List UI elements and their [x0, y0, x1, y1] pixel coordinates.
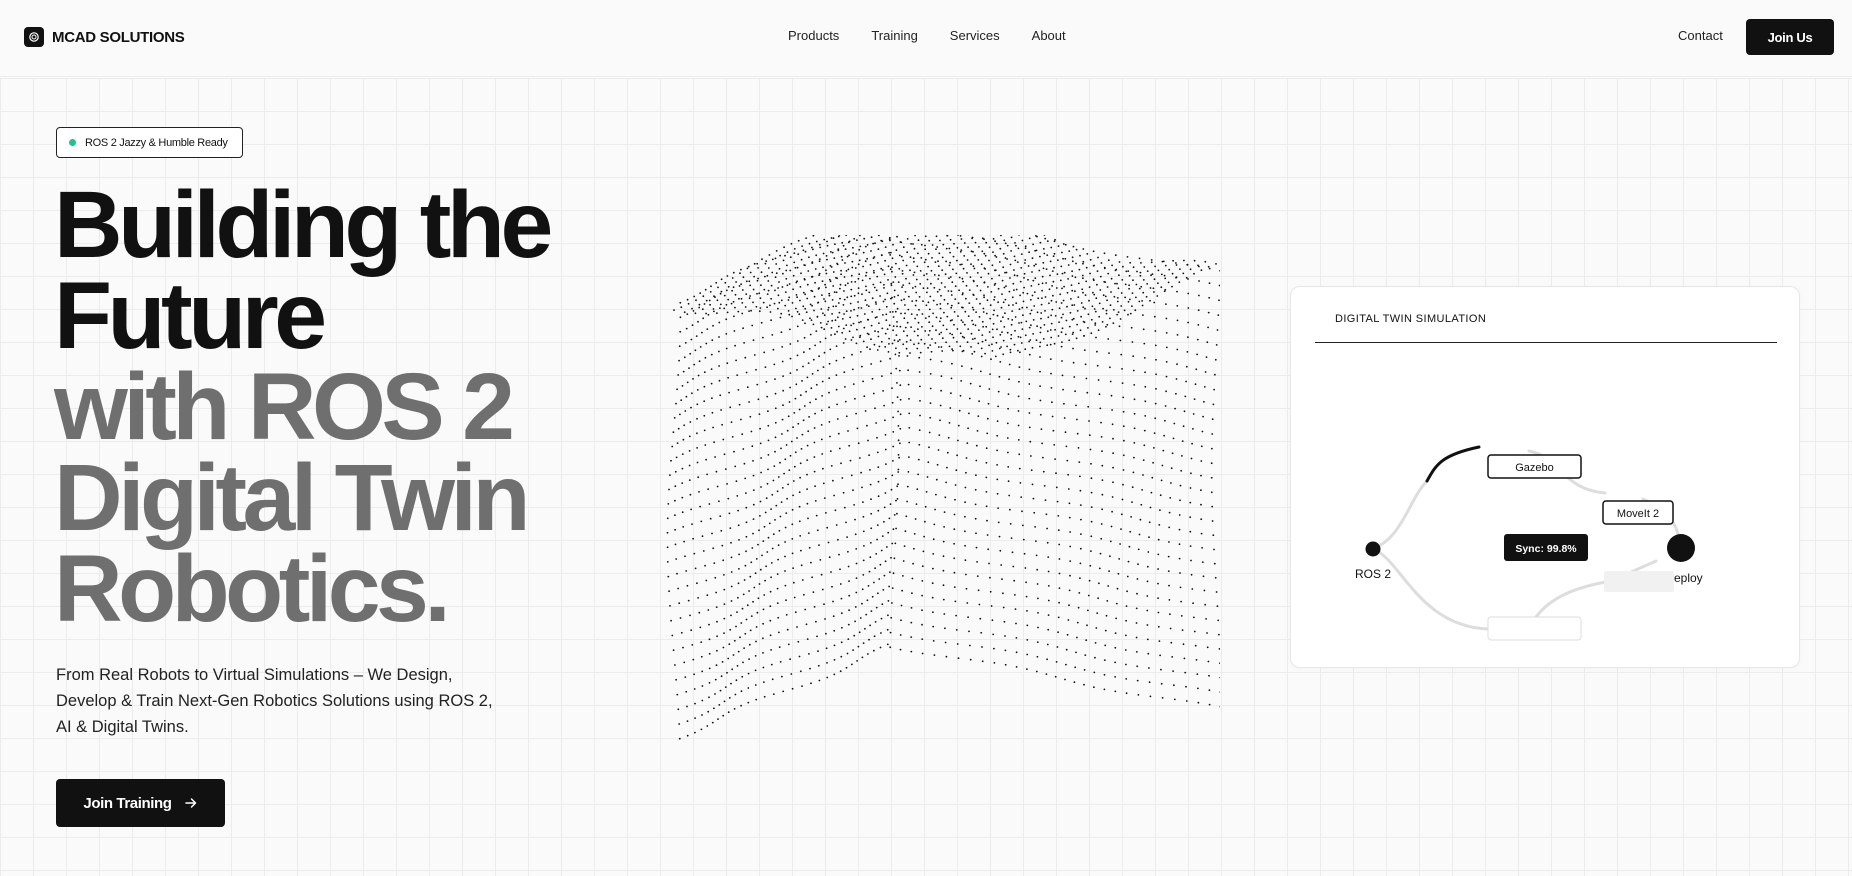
arrow-right-icon: [184, 798, 196, 808]
brand-name: MCAD SOLUTIONS: [52, 28, 185, 46]
join-us-button[interactable]: Join Us: [1746, 19, 1834, 55]
description-line: From Real Robots to Virtual Simulations …: [56, 666, 453, 684]
headline-line: Building the: [54, 172, 553, 278]
node-ros2[interactable]: ROS 2: [1355, 541, 1391, 582]
logo-mark-icon: [24, 27, 44, 47]
hero-headline: Building the Future with ROS 2 Digital T…: [54, 172, 553, 642]
sync-status-badge: Sync: 99.8%: [1504, 534, 1588, 561]
simulation-diagram: ROS 2 Gazebo MoveIt 2 Deploy Sync: 99.8%: [1355, 445, 1703, 641]
headline-line: Future: [54, 263, 327, 369]
digital-twin-card: DIGITAL TWIN SIMULATION ROS 2 Gazebo Mov…: [1290, 286, 1800, 668]
main-menu: Products Training Services About: [788, 28, 1066, 43]
point-cloud-dots: [666, 235, 1220, 740]
cta-label: Join Training: [83, 794, 172, 812]
status-dot-icon: [69, 139, 76, 146]
description-line: AI & Digital Twins.: [56, 718, 189, 736]
node-moveit[interactable]: MoveIt 2: [1602, 500, 1674, 525]
placeholder-node: [1604, 571, 1674, 592]
contact-link[interactable]: Contact: [1678, 28, 1723, 43]
nav-link-about[interactable]: About: [1032, 28, 1066, 43]
headline-line: with ROS 2: [54, 354, 515, 460]
nav-link-services[interactable]: Services: [950, 28, 1000, 43]
placeholder-node: [1487, 616, 1582, 641]
svg-text:Gazebo: Gazebo: [1515, 462, 1554, 474]
join-training-button[interactable]: Join Training: [56, 779, 225, 827]
description-line: Develop & Train Next-Gen Robotics Soluti…: [56, 692, 493, 710]
top-navigation: MCAD SOLUTIONS Products Training Service…: [0, 0, 1852, 77]
headline-line: Robotics.: [54, 536, 451, 642]
nav-link-products[interactable]: Products: [788, 28, 839, 43]
hero-description: From Real Robots to Virtual Simulations …: [56, 662, 516, 740]
node-gazebo[interactable]: Gazebo: [1487, 454, 1582, 479]
point-cloud-cube: [666, 235, 1220, 740]
badge-label: ROS 2 Jazzy & Humble Ready: [85, 136, 228, 149]
nav-link-training[interactable]: Training: [871, 28, 917, 43]
svg-text:MoveIt 2: MoveIt 2: [1617, 508, 1659, 520]
ros-ready-badge: ROS 2 Jazzy & Humble Ready: [56, 127, 243, 158]
headline-line: Digital Twin: [54, 445, 530, 551]
brand-logo[interactable]: MCAD SOLUTIONS: [24, 27, 185, 47]
svg-text:ROS 2: ROS 2: [1355, 567, 1391, 581]
svg-text:Sync: 99.8%: Sync: 99.8%: [1515, 543, 1577, 555]
